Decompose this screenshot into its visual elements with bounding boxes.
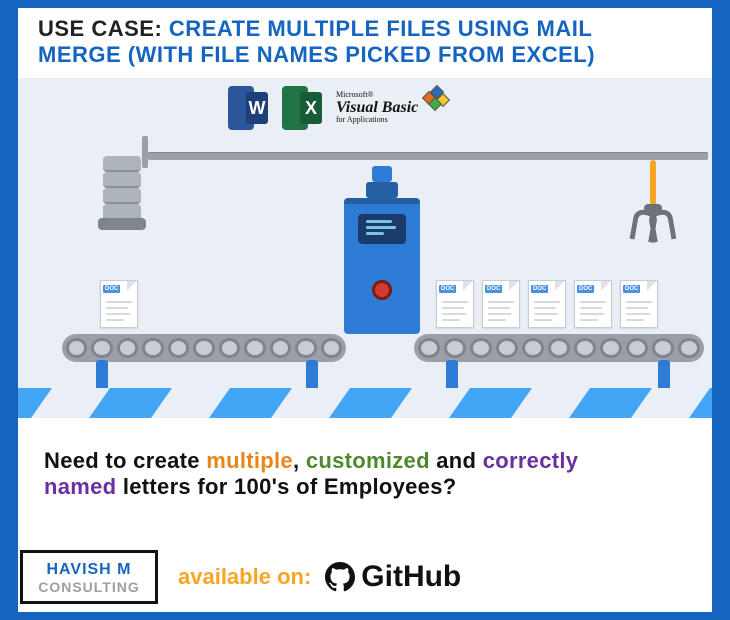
conveyor	[414, 334, 704, 362]
blurb-text: Need to create multiple, customized and …	[44, 448, 686, 500]
header-title-1: CREATE MULTIPLE FILES USING MAIL	[169, 16, 592, 41]
doc-output: DOC	[482, 280, 520, 328]
hopper-pipe	[100, 156, 144, 248]
vba-logo: Microsoft® Visual Basic for Applications	[336, 91, 448, 125]
robot-arm	[626, 160, 678, 252]
factory-illustration: W X Microsoft® Visual Basic for Applicat…	[18, 78, 712, 418]
use-case-header: USE CASE: CREATE MULTIPLE FILES USING MA…	[38, 16, 672, 68]
machine-body	[344, 198, 420, 334]
doc-output: DOC	[574, 280, 612, 328]
header-title-2: MERGE (WITH FILE NAMES PICKED FROM EXCEL…	[38, 42, 595, 67]
overhead-rail	[148, 152, 708, 160]
github-link[interactable]: GitHub	[325, 560, 461, 594]
conveyor	[62, 334, 346, 362]
app-logos: W X Microsoft® Visual Basic for Applicat…	[228, 86, 448, 130]
author-sub: CONSULTING	[31, 579, 147, 595]
doc-input: DOC	[100, 280, 138, 328]
header-label: USE CASE:	[38, 16, 162, 41]
floor-stripe	[18, 388, 712, 418]
author-badge: HAVISH M CONSULTING	[20, 550, 158, 604]
doc-output: DOC	[436, 280, 474, 328]
available-on: available on: GitHub	[178, 560, 461, 594]
available-label: available on:	[178, 564, 311, 590]
excel-icon: X	[282, 86, 322, 130]
author-name: HAVISH M	[31, 561, 147, 579]
machine-button	[372, 280, 392, 300]
word-icon: W	[228, 86, 268, 130]
doc-output: DOC	[620, 280, 658, 328]
doc-output: DOC	[528, 280, 566, 328]
github-icon	[325, 562, 355, 592]
